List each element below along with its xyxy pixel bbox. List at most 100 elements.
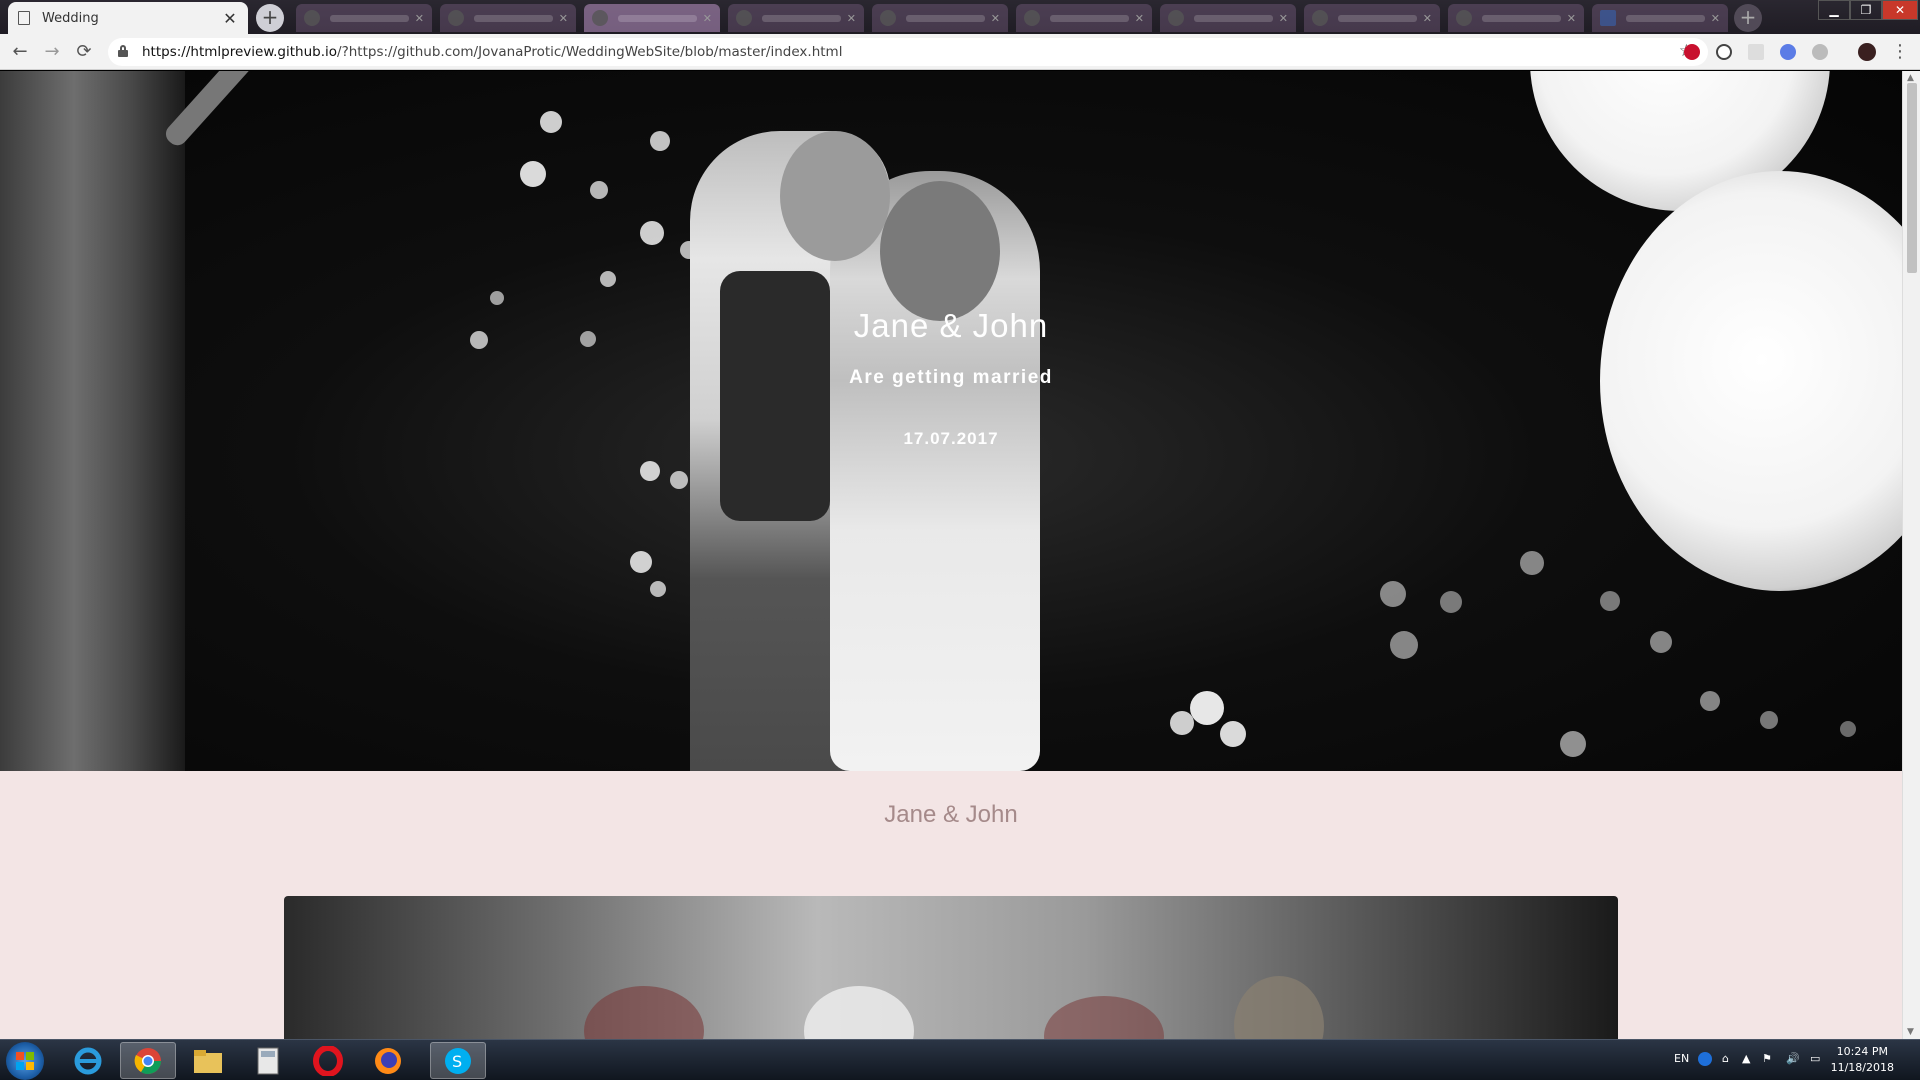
- background-tab[interactable]: ✕: [1592, 4, 1728, 32]
- close-tab-icon[interactable]: ✕: [703, 12, 712, 25]
- forward-button[interactable]: →: [40, 40, 64, 64]
- file-explorer-icon[interactable]: [180, 1042, 236, 1079]
- maximize-button[interactable]: ❐: [1850, 0, 1882, 20]
- close-tab-icon[interactable]: ✕: [1279, 12, 1288, 25]
- github-icon: [880, 10, 896, 26]
- action-center-flag-icon[interactable]: ⚑: [1762, 1052, 1772, 1065]
- github-icon: [1168, 10, 1184, 26]
- close-window-button[interactable]: ✕: [1882, 0, 1918, 20]
- browser-toolbar: ← → ⟳ https://htmlpreview.github.io/?htt…: [0, 34, 1920, 70]
- tree-trunk-image: [0, 71, 185, 771]
- help-icon[interactable]: [1698, 1052, 1712, 1066]
- adblock-extension-icon[interactable]: [1684, 44, 1700, 60]
- background-tab[interactable]: ✕: [1160, 4, 1296, 32]
- bokeh-light: [1560, 731, 1586, 757]
- bokeh-light: [1440, 591, 1462, 613]
- profile-tab-button[interactable]: +: [1734, 4, 1762, 32]
- skype-extension-icon[interactable]: [1812, 44, 1828, 60]
- tab-title-placeholder: [1194, 14, 1273, 22]
- couple-photo: [284, 896, 1618, 1039]
- bokeh-light: [1170, 711, 1194, 735]
- hero-title: Jane & John: [853, 307, 1049, 344]
- chrome-icon[interactable]: [120, 1042, 176, 1079]
- close-tab-icon[interactable]: ✕: [559, 12, 568, 25]
- tab-title-placeholder: [1338, 14, 1417, 22]
- browser-tab-strip: Wedding ✕ + ✕ ✕ ✕ ✕ ✕ ✕ ✕ ✕ ✕ ✕ + ▁ ❐ ✕: [0, 0, 1920, 34]
- url-text: https://htmlpreview.github.io/?https://g…: [142, 44, 843, 60]
- windows-logo-icon: [16, 1052, 24, 1060]
- reload-button[interactable]: ⟳: [72, 40, 96, 64]
- windows-taskbar: S EN ⌂ ▲ ⚑ 🔊 ▭ 10:24 PM 11/18/2018: [0, 1039, 1920, 1080]
- tab-title-placeholder: [906, 14, 985, 22]
- bokeh-light: [600, 271, 616, 287]
- menu-icon[interactable]: ⋮: [1888, 40, 1912, 64]
- github-icon: [448, 10, 464, 26]
- system-clock[interactable]: 10:24 PM 11/18/2018: [1831, 1044, 1894, 1076]
- bokeh-light: [650, 581, 666, 597]
- tab-title-placeholder: [330, 14, 409, 22]
- tab-title-placeholder: [762, 14, 841, 22]
- close-tab-icon[interactable]: ✕: [1135, 12, 1144, 25]
- display-icon[interactable]: ▭: [1810, 1052, 1820, 1065]
- network-icon[interactable]: ⌂: [1722, 1052, 1729, 1065]
- hero-section: Jane & John Are getting married 17.07.20…: [0, 71, 1902, 771]
- extension-icon[interactable]: [1780, 44, 1796, 60]
- background-tab[interactable]: ✕: [584, 4, 720, 32]
- opera-icon[interactable]: [300, 1042, 356, 1079]
- show-hidden-icons[interactable]: ▲: [1742, 1052, 1750, 1065]
- scrollbar-thumb[interactable]: [1907, 83, 1917, 273]
- back-button[interactable]: ←: [8, 40, 32, 64]
- language-indicator[interactable]: EN: [1674, 1052, 1689, 1065]
- bokeh-light: [1380, 581, 1406, 607]
- background-tab[interactable]: ✕: [1016, 4, 1152, 32]
- vertical-scrollbar[interactable]: ▲ ▼: [1902, 71, 1920, 1039]
- scroll-up-icon[interactable]: ▲: [1907, 73, 1914, 83]
- close-tab-icon[interactable]: ✕: [1423, 12, 1432, 25]
- background-tab[interactable]: ✕: [1448, 4, 1584, 32]
- bokeh-light: [540, 111, 562, 133]
- calculator-icon[interactable]: [240, 1042, 296, 1079]
- extension-icon[interactable]: [1748, 44, 1764, 60]
- close-tab-icon[interactable]: ✕: [222, 9, 238, 28]
- tab-title: Wedding: [42, 10, 99, 26]
- background-tab[interactable]: ✕: [872, 4, 1008, 32]
- github-icon: [736, 10, 752, 26]
- skype-icon[interactable]: S: [430, 1042, 486, 1079]
- tab-title-placeholder: [474, 14, 553, 22]
- wedding-date: 17.07.2017: [903, 429, 999, 448]
- background-tab[interactable]: ✕: [296, 4, 432, 32]
- github-icon: [1024, 10, 1040, 26]
- new-tab-button[interactable]: +: [256, 4, 284, 32]
- groom-head: [780, 131, 890, 261]
- github-icon: [1456, 10, 1472, 26]
- close-tab-icon[interactable]: ✕: [991, 12, 1000, 25]
- background-tab[interactable]: ✕: [440, 4, 576, 32]
- blurred-flower: [804, 986, 914, 1039]
- minimize-button[interactable]: ▁: [1818, 0, 1850, 20]
- bokeh-light: [670, 471, 688, 489]
- volume-icon[interactable]: 🔊: [1786, 1052, 1800, 1065]
- internet-explorer-icon[interactable]: [60, 1042, 116, 1079]
- background-tab[interactable]: ✕: [1304, 4, 1440, 32]
- bokeh-light: [1520, 551, 1544, 575]
- avatar[interactable]: [1858, 43, 1876, 61]
- close-tab-icon[interactable]: ✕: [1567, 12, 1576, 25]
- bokeh-light: [630, 551, 652, 573]
- scroll-down-icon[interactable]: ▼: [1907, 1027, 1914, 1037]
- background-tab[interactable]: ✕: [728, 4, 864, 32]
- bokeh-light: [1840, 721, 1856, 737]
- close-tab-icon[interactable]: ✕: [1711, 12, 1720, 25]
- tab-wedding[interactable]: Wedding ✕: [8, 2, 248, 34]
- sync-extension-icon[interactable]: [1716, 44, 1732, 60]
- address-bar[interactable]: https://htmlpreview.github.io/?https://g…: [108, 38, 1708, 66]
- bokeh-light: [640, 461, 660, 481]
- close-tab-icon[interactable]: ✕: [415, 12, 424, 25]
- tab-title-placeholder: [1050, 14, 1129, 22]
- github-icon: [592, 10, 608, 26]
- lock-icon: [118, 45, 128, 57]
- blurred-flower: [584, 986, 704, 1039]
- firefox-icon[interactable]: [360, 1042, 416, 1079]
- start-button[interactable]: [6, 1042, 44, 1080]
- close-tab-icon[interactable]: ✕: [847, 12, 856, 25]
- svg-text:S: S: [452, 1052, 462, 1071]
